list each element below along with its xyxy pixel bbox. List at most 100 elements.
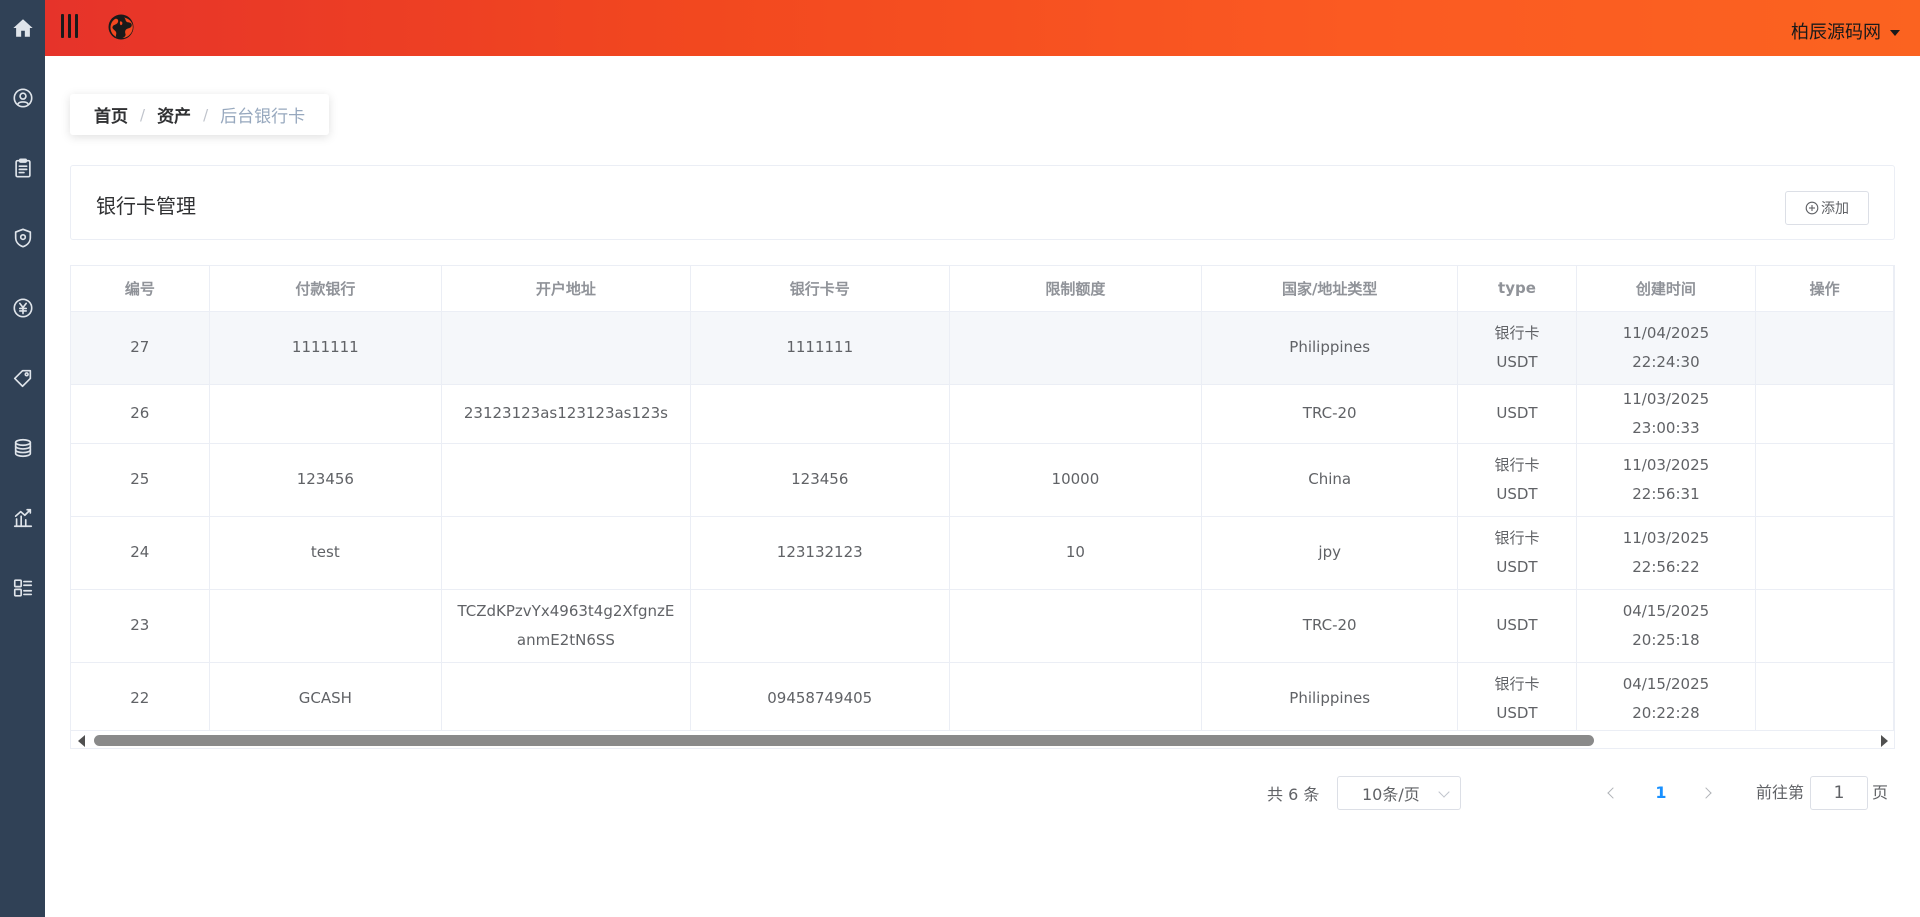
breadcrumb-assets[interactable]: 资产 — [157, 102, 191, 127]
coins-icon — [14, 438, 31, 458]
breadcrumb-separator: / — [140, 105, 146, 124]
user-name: 柏辰源码网 — [1791, 22, 1881, 43]
column-header-bank[interactable]: 付款银行 — [209, 266, 443, 312]
plus-circle-icon — [1805, 201, 1819, 215]
cell-bank: 1111111 — [209, 311, 443, 385]
user-circle-icon — [12, 88, 33, 108]
cell-actions — [1755, 516, 1894, 590]
column-header-limit[interactable]: 限制额度 — [949, 266, 1203, 312]
cell-limit — [949, 311, 1203, 385]
yuan-icon — [12, 298, 33, 318]
chevron-down-icon — [1438, 786, 1450, 798]
card-header: 银行卡管理 添加 — [70, 165, 1895, 240]
cell-created: 11/04/2025 22:24:30 — [1576, 311, 1757, 385]
prev-page-button[interactable] — [1603, 784, 1621, 802]
goto-page-input[interactable] — [1810, 776, 1868, 810]
scroll-right-arrow-icon[interactable] — [1881, 735, 1888, 747]
cell-type: 银行卡 USDT — [1457, 662, 1577, 736]
cell-id: 22 — [71, 662, 210, 736]
cell-country: Philippines — [1201, 662, 1459, 736]
cell-card-no: 1111111 — [690, 311, 950, 385]
cell-id: 23 — [71, 589, 210, 663]
sidebar-item-statistics[interactable] — [0, 498, 45, 538]
cell-type-line: 银行卡 — [1494, 674, 1540, 693]
next-page-button[interactable] — [1699, 784, 1717, 802]
page-title: 银行卡管理 — [96, 194, 196, 218]
cell-type-line: USDT — [1496, 616, 1538, 634]
cell-actions — [1755, 443, 1894, 517]
column-header-created[interactable]: 创建时间 — [1576, 266, 1757, 312]
cell-type: 银行卡 USDT — [1457, 516, 1577, 590]
caret-down-icon — [1890, 29, 1900, 36]
cell-card-no — [690, 589, 950, 663]
page-number-current[interactable]: 1 — [1650, 776, 1672, 810]
cell-card-no — [690, 384, 950, 444]
page-size-value: 10条/页 — [1362, 785, 1420, 804]
chart-icon — [13, 508, 32, 528]
cell-id: 24 — [71, 516, 210, 590]
table-row[interactable]: 26 23123123as123123as123s TRC-20 USDT 11/03/… — [71, 384, 1894, 444]
cell-actions — [1755, 384, 1894, 444]
cell-type: USDT — [1457, 384, 1577, 444]
table-row[interactable]: 22 GCASH 09458749405 Philippines 银行卡 USDT 04/1… — [71, 662, 1894, 736]
cell-id: 25 — [71, 443, 210, 517]
cell-actions — [1755, 662, 1894, 736]
cell-limit — [949, 662, 1203, 736]
cell-bank: GCASH — [209, 662, 443, 736]
cell-country: China — [1201, 443, 1459, 517]
column-header-type[interactable]: type — [1457, 266, 1577, 312]
cell-id: 26 — [71, 384, 210, 444]
home-icon — [12, 19, 33, 37]
table-header-row: 编号 付款银行 开户地址 银行卡号 限制额度 国家/地址类型 type 创建时间… — [71, 266, 1894, 312]
cell-created: 04/15/2025 20:25:18 — [1576, 589, 1757, 663]
table-row[interactable]: 25 123456 123456 10000 China 银行卡 USDT 11/03/202… — [71, 443, 1894, 517]
cell-created: 04/15/2025 20:22:28 — [1576, 662, 1757, 736]
cell-card-no: 123456 — [690, 443, 950, 517]
column-header-country[interactable]: 国家/地址类型 — [1201, 266, 1459, 312]
app-list-icon — [13, 579, 32, 597]
cell-address: 23123123as123123as123s — [441, 384, 691, 444]
sidebar-item-security[interactable] — [0, 218, 45, 258]
cell-created: 11/03/2025 22:56:22 — [1576, 516, 1757, 590]
add-button[interactable]: 添加 — [1785, 191, 1869, 225]
cell-actions — [1755, 589, 1894, 663]
sidebar-item-finance[interactable] — [0, 288, 45, 328]
sidebar-item-tags[interactable] — [0, 358, 45, 398]
table-row[interactable]: 23 TCZdKPzvYx4963t4g2XfgnzEanmE2tN6SS TRC-… — [71, 589, 1894, 663]
sidebar-item-user[interactable] — [0, 78, 45, 118]
horizontal-scrollbar[interactable] — [71, 730, 1894, 748]
cell-country: TRC-20 — [1201, 589, 1459, 663]
cell-card-no: 09458749405 — [690, 662, 950, 736]
page-size-select[interactable]: 10条/页 — [1337, 776, 1461, 810]
cell-type: USDT — [1457, 589, 1577, 663]
cell-type-line: 银行卡 — [1494, 323, 1540, 342]
cell-type-line: USDT — [1496, 404, 1538, 422]
table-row[interactable]: 24 test 123132123 10 jpy 银行卡 USDT 11/03/2025 22… — [71, 516, 1894, 590]
cell-type-line: USDT — [1496, 352, 1538, 371]
column-header-actions[interactable]: 操作 — [1755, 266, 1894, 312]
user-menu[interactable]: 柏辰源码网 — [1791, 18, 1900, 44]
sidebar-item-orders[interactable] — [0, 148, 45, 188]
clipboard-icon — [14, 158, 31, 178]
cell-limit — [949, 384, 1203, 444]
sidebar-item-system[interactable] — [0, 568, 45, 608]
scrollbar-thumb[interactable] — [94, 735, 1594, 746]
sidebar-item-home[interactable] — [0, 8, 45, 48]
cell-type-line: USDT — [1496, 557, 1538, 576]
table-row[interactable]: 27 1111111 1111111 Philippines 银行卡 USDT 11/04/… — [71, 311, 1894, 385]
sidebar-item-assets[interactable] — [0, 428, 45, 468]
scroll-left-arrow-icon[interactable] — [78, 735, 85, 747]
cell-limit — [949, 589, 1203, 663]
globe-icon[interactable] — [107, 13, 135, 41]
hamburger-icon[interactable] — [59, 14, 81, 38]
breadcrumb-home[interactable]: 首页 — [94, 102, 128, 127]
shield-icon — [14, 228, 31, 248]
cell-card-no: 123132123 — [690, 516, 950, 590]
column-header-address[interactable]: 开户地址 — [441, 266, 691, 312]
cell-type-line: 银行卡 — [1494, 455, 1540, 474]
cell-type-line: 银行卡 — [1494, 528, 1540, 547]
pagination-total: 共 6 条 — [1267, 785, 1320, 804]
cell-actions — [1755, 311, 1894, 385]
column-header-id[interactable]: 编号 — [71, 266, 210, 312]
column-header-card-no[interactable]: 银行卡号 — [690, 266, 950, 312]
